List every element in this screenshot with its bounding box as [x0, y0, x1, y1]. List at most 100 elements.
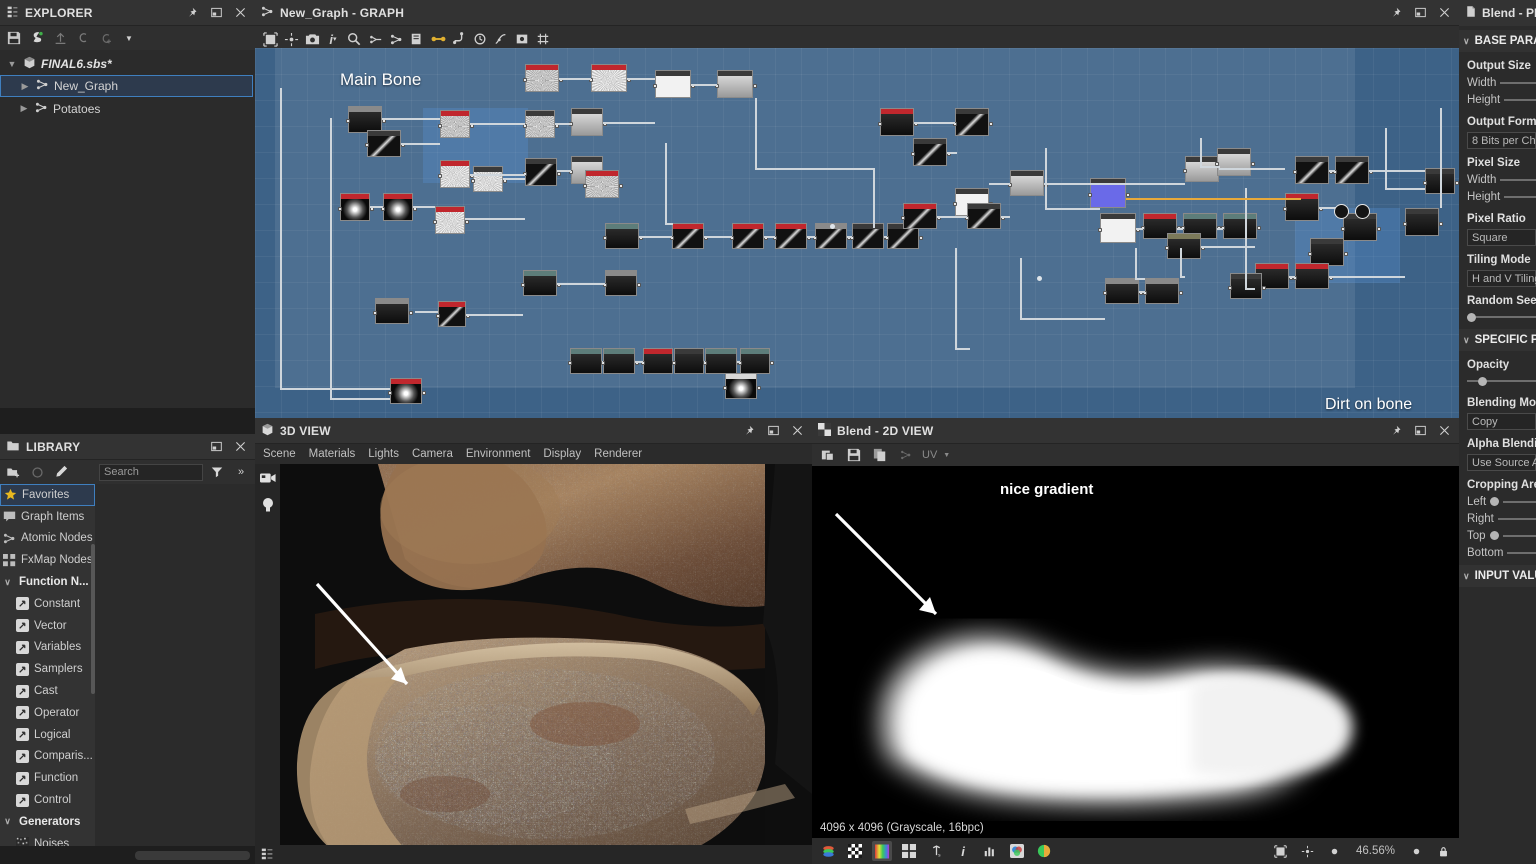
- close-icon[interactable]: [788, 422, 806, 440]
- graph-node[interactable]: [1295, 156, 1329, 184]
- library-item-generators[interactable]: ∨Generators: [0, 811, 95, 833]
- info-icon[interactable]: i: [953, 841, 973, 861]
- node-output-port[interactable]: [770, 361, 774, 365]
- graph-node[interactable]: [1185, 156, 1219, 182]
- node-output-port[interactable]: [557, 172, 561, 176]
- graph-node[interactable]: [1310, 238, 1344, 266]
- node-output-port[interactable]: [1262, 286, 1266, 290]
- graph-node[interactable]: [435, 206, 465, 234]
- graph-node[interactable]: [383, 193, 413, 221]
- hierarchy-icon[interactable]: [261, 847, 274, 863]
- node-output-port[interactable]: [919, 236, 923, 240]
- pin-icon[interactable]: [740, 422, 758, 440]
- library-item-comparis[interactable]: Comparis...: [0, 746, 95, 768]
- graph-node[interactable]: [955, 108, 989, 136]
- library-item-constant[interactable]: Constant: [0, 593, 95, 615]
- lock-icon[interactable]: [1433, 841, 1453, 861]
- library-item-samplers[interactable]: Samplers: [0, 658, 95, 680]
- opacity-slider[interactable]: [1459, 373, 1536, 389]
- library-item-control[interactable]: Control: [0, 789, 95, 811]
- node-input-port[interactable]: [1341, 227, 1345, 231]
- graph-node[interactable]: [1223, 213, 1257, 239]
- graph-node[interactable]: [705, 348, 737, 374]
- pin-icon[interactable]: [1387, 4, 1405, 22]
- graph-node[interactable]: [585, 170, 619, 198]
- pixel-height-slider[interactable]: [1504, 196, 1536, 198]
- graph-node[interactable]: [880, 108, 914, 136]
- graph-node[interactable]: [775, 223, 807, 249]
- graph-node[interactable]: [348, 106, 382, 133]
- library-item-operator[interactable]: Operator: [0, 702, 95, 724]
- filter-icon[interactable]: [207, 462, 227, 482]
- graph-node[interactable]: [570, 348, 602, 374]
- wire-node-dot[interactable]: [830, 224, 835, 229]
- maximize-icon[interactable]: [1411, 4, 1429, 22]
- graph-node[interactable]: [605, 270, 637, 296]
- export-icon[interactable]: [50, 28, 70, 48]
- chevron-down-icon[interactable]: ▼: [943, 452, 950, 459]
- maximize-icon[interactable]: [207, 438, 225, 456]
- view3d-menu-display[interactable]: Display: [543, 448, 581, 460]
- slider-knob[interactable]: [1478, 377, 1487, 386]
- tiling-icon[interactable]: [899, 841, 919, 861]
- node-output-port[interactable]: [1377, 227, 1381, 231]
- blending-mode-dropdown[interactable]: Copy: [1467, 413, 1536, 430]
- chevron-down-icon[interactable]: ▼: [119, 28, 139, 48]
- view3d-menu-scene[interactable]: Scene: [263, 448, 296, 460]
- graph-node[interactable]: [603, 348, 635, 374]
- node-output-port[interactable]: [409, 311, 413, 315]
- node-output-port[interactable]: [619, 184, 623, 188]
- view3d-menu-renderer[interactable]: Renderer: [594, 448, 642, 460]
- view3d-menu-lights[interactable]: Lights: [368, 448, 399, 460]
- chevron-down-icon[interactable]: ▼: [6, 59, 18, 69]
- copy-icon[interactable]: [407, 29, 427, 49]
- tiling-mode-dropdown[interactable]: H and V Tiling: [1467, 270, 1536, 287]
- node-input-port[interactable]: [878, 122, 882, 126]
- update-icon[interactable]: [73, 28, 93, 48]
- node-input-port[interactable]: [433, 220, 437, 224]
- node-input-port[interactable]: [438, 124, 442, 128]
- graph-node[interactable]: [1167, 233, 1201, 259]
- graph-node[interactable]: [1010, 170, 1044, 196]
- tree-row-new-graph[interactable]: ▶ New_Graph: [0, 75, 253, 97]
- node-input-port[interactable]: [568, 361, 572, 365]
- node-input-port[interactable]: [521, 283, 525, 287]
- node-output-port[interactable]: [1251, 162, 1255, 166]
- pin-icon[interactable]: [1387, 422, 1405, 440]
- channels-icon[interactable]: [818, 841, 838, 861]
- node-input-port[interactable]: [1283, 207, 1287, 211]
- crop-right-row[interactable]: Right: [1459, 510, 1536, 527]
- library-item-noises[interactable]: Noises: [0, 833, 95, 846]
- node-input-port[interactable]: [436, 314, 440, 318]
- library-content-area[interactable]: [95, 484, 255, 846]
- library-item-favorites[interactable]: Favorites: [0, 484, 95, 506]
- graph-node[interactable]: [903, 203, 937, 229]
- graph-node[interactable]: [655, 70, 691, 98]
- library-item-atomic-nodes[interactable]: Atomic Nodes: [0, 528, 95, 550]
- node-output-port[interactable]: [753, 84, 757, 88]
- random-seed-slider[interactable]: [1459, 309, 1536, 325]
- node-input-port[interactable]: [1183, 169, 1187, 173]
- wire-node-dot[interactable]: [1037, 276, 1042, 281]
- node-input-port[interactable]: [1308, 252, 1312, 256]
- search-icon[interactable]: [344, 29, 364, 49]
- slider-track-left[interactable]: [1467, 380, 1478, 382]
- tree-row[interactable]: ▼ FINAL6.sbs*: [0, 52, 255, 75]
- sample-icon[interactable]: s: [926, 841, 946, 861]
- slider-track[interactable]: [1487, 380, 1536, 382]
- refresh-icon[interactable]: [27, 462, 47, 482]
- graph-node[interactable]: [913, 138, 947, 166]
- library-search-input[interactable]: Search: [99, 464, 203, 481]
- graph-node[interactable]: [390, 378, 422, 404]
- graph-node[interactable]: [367, 130, 401, 157]
- graph-node[interactable]: [525, 158, 557, 186]
- node-path-icon[interactable]: [449, 29, 469, 49]
- node-input-port[interactable]: [1423, 181, 1427, 185]
- node-input-port[interactable]: [438, 174, 442, 178]
- pixel-ratio-dropdown[interactable]: Square: [1467, 229, 1536, 246]
- timer-icon[interactable]: [470, 29, 490, 49]
- graph-node[interactable]: [674, 348, 704, 374]
- node-output-port[interactable]: [1344, 252, 1348, 256]
- pixel-size-height-row[interactable]: Height: [1459, 188, 1536, 205]
- crop-bottom-row[interactable]: Bottom: [1459, 544, 1536, 561]
